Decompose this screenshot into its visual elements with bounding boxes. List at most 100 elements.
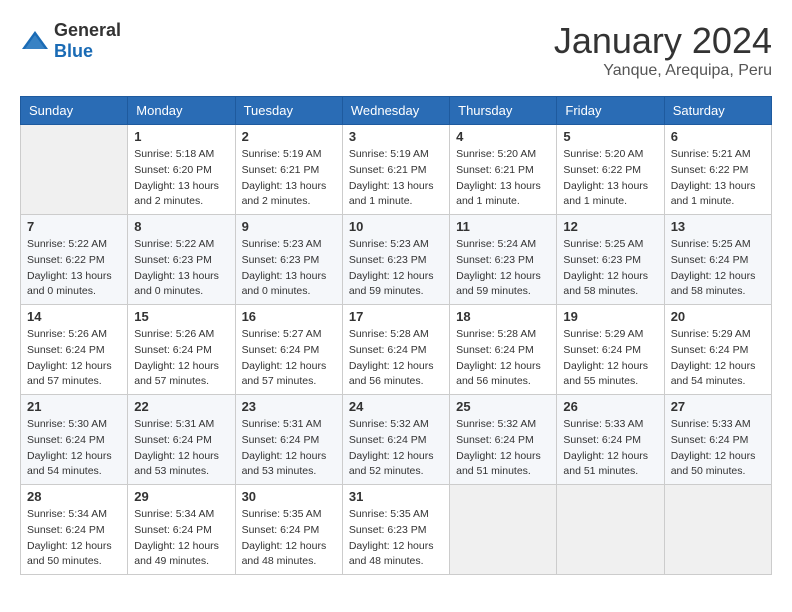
day-number: 5 bbox=[563, 129, 657, 144]
day-info: Sunrise: 5:35 AMSunset: 6:23 PMDaylight:… bbox=[349, 507, 443, 570]
day-info: Sunrise: 5:35 AMSunset: 6:24 PMDaylight:… bbox=[242, 507, 336, 570]
weekday-header-saturday: Saturday bbox=[664, 97, 771, 125]
day-info: Sunrise: 5:21 AMSunset: 6:22 PMDaylight:… bbox=[671, 147, 765, 210]
day-number: 23 bbox=[242, 399, 336, 414]
calendar-cell: 30 Sunrise: 5:35 AMSunset: 6:24 PMDayligh… bbox=[235, 485, 342, 575]
day-info: Sunrise: 5:34 AMSunset: 6:24 PMDaylight:… bbox=[134, 507, 228, 570]
calendar-cell: 6Sunrise: 5:21 AMSunset: 6:22 PMDaylight… bbox=[664, 125, 771, 215]
logo-text-blue: Blue bbox=[54, 41, 93, 61]
calendar-cell: 21Sunrise: 5:30 AMSunset: 6:24 PMDayligh… bbox=[21, 395, 128, 485]
calendar-cell: 11 Sunrise: 5:24 AMSunset: 6:23 PMDayligh… bbox=[450, 215, 557, 305]
calendar-cell bbox=[664, 485, 771, 575]
logo-icon bbox=[20, 29, 50, 53]
day-info: Sunrise: 5:20 AMSunset: 6:22 PMDaylight:… bbox=[563, 147, 657, 210]
calendar-cell: 18Sunrise: 5:28 AMSunset: 6:24 PMDayligh… bbox=[450, 305, 557, 395]
day-number: 20 bbox=[671, 309, 765, 324]
location: Yanque, Arequipa, Peru bbox=[554, 62, 772, 80]
calendar-cell: 13 Sunrise: 5:25 AMSunset: 6:24 PMDayligh… bbox=[664, 215, 771, 305]
weekday-header-wednesday: Wednesday bbox=[342, 97, 449, 125]
day-number: 25 bbox=[456, 399, 550, 414]
calendar-cell: 8Sunrise: 5:22 AMSunset: 6:23 PMDaylight… bbox=[128, 215, 235, 305]
day-info: Sunrise: 5:19 AMSunset: 6:21 PMDaylight:… bbox=[242, 147, 336, 210]
calendar-week-1: 1 Sunrise: 5:18 AMSunset: 6:20 PMDaylight… bbox=[21, 125, 772, 215]
calendar-week-5: 28 Sunrise: 5:34 AMSunset: 6:24 PMDayligh… bbox=[21, 485, 772, 575]
day-info: Sunrise: 5:32 AMSunset: 6:24 PMDaylight:… bbox=[456, 417, 550, 480]
calendar-cell: 12Sunrise: 5:25 AMSunset: 6:23 PMDayligh… bbox=[557, 215, 664, 305]
day-info: Sunrise: 5:19 AMSunset: 6:21 PMDaylight:… bbox=[349, 147, 443, 210]
day-number: 1 bbox=[134, 129, 228, 144]
day-number: 18 bbox=[456, 309, 550, 324]
day-info: Sunrise: 5:27 AMSunset: 6:24 PMDaylight:… bbox=[242, 327, 336, 390]
day-info: Sunrise: 5:25 AMSunset: 6:24 PMDaylight:… bbox=[671, 237, 765, 300]
calendar-cell: 24 Sunrise: 5:32 AMSunset: 6:24 PMDayligh… bbox=[342, 395, 449, 485]
day-info: Sunrise: 5:26 AMSunset: 6:24 PMDaylight:… bbox=[134, 327, 228, 390]
day-number: 24 bbox=[349, 399, 443, 414]
day-number: 11 bbox=[456, 219, 550, 234]
month-title: January 2024 bbox=[554, 20, 772, 62]
calendar-cell: 22Sunrise: 5:31 AMSunset: 6:24 PMDayligh… bbox=[128, 395, 235, 485]
day-number: 10 bbox=[349, 219, 443, 234]
calendar-cell: 4 Sunrise: 5:20 AMSunset: 6:21 PMDaylight… bbox=[450, 125, 557, 215]
day-info: Sunrise: 5:26 AMSunset: 6:24 PMDaylight:… bbox=[27, 327, 121, 390]
day-info: Sunrise: 5:28 AMSunset: 6:24 PMDaylight:… bbox=[349, 327, 443, 390]
calendar-cell: 25 Sunrise: 5:32 AMSunset: 6:24 PMDayligh… bbox=[450, 395, 557, 485]
day-info: Sunrise: 5:31 AMSunset: 6:24 PMDaylight:… bbox=[242, 417, 336, 480]
day-info: Sunrise: 5:32 AMSunset: 6:24 PMDaylight:… bbox=[349, 417, 443, 480]
calendar-cell bbox=[557, 485, 664, 575]
calendar-cell: 7 Sunrise: 5:22 AMSunset: 6:22 PMDaylight… bbox=[21, 215, 128, 305]
day-info: Sunrise: 5:33 AMSunset: 6:24 PMDaylight:… bbox=[563, 417, 657, 480]
calendar-cell: 15 Sunrise: 5:26 AMSunset: 6:24 PMDayligh… bbox=[128, 305, 235, 395]
day-info: Sunrise: 5:18 AMSunset: 6:20 PMDaylight:… bbox=[134, 147, 228, 210]
calendar-cell: 23 Sunrise: 5:31 AMSunset: 6:24 PMDayligh… bbox=[235, 395, 342, 485]
day-info: Sunrise: 5:25 AMSunset: 6:23 PMDaylight:… bbox=[563, 237, 657, 300]
weekday-header-tuesday: Tuesday bbox=[235, 97, 342, 125]
calendar-cell: 28 Sunrise: 5:34 AMSunset: 6:24 PMDayligh… bbox=[21, 485, 128, 575]
page-header: General Blue January 2024 Yanque, Arequi… bbox=[20, 20, 772, 80]
calendar-cell: 29 Sunrise: 5:34 AMSunset: 6:24 PMDayligh… bbox=[128, 485, 235, 575]
calendar-cell: 2Sunrise: 5:19 AMSunset: 6:21 PMDaylight… bbox=[235, 125, 342, 215]
day-number: 14 bbox=[27, 309, 121, 324]
calendar-cell: 27Sunrise: 5:33 AMSunset: 6:24 PMDayligh… bbox=[664, 395, 771, 485]
calendar-cell bbox=[21, 125, 128, 215]
day-number: 16 bbox=[242, 309, 336, 324]
weekday-header-monday: Monday bbox=[128, 97, 235, 125]
title-section: January 2024 Yanque, Arequipa, Peru bbox=[554, 20, 772, 80]
weekday-header-friday: Friday bbox=[557, 97, 664, 125]
day-info: Sunrise: 5:29 AMSunset: 6:24 PMDaylight:… bbox=[671, 327, 765, 390]
day-number: 7 bbox=[27, 219, 121, 234]
calendar-cell: 16 Sunrise: 5:27 AMSunset: 6:24 PMDayligh… bbox=[235, 305, 342, 395]
calendar-cell: 3 Sunrise: 5:19 AMSunset: 6:21 PMDaylight… bbox=[342, 125, 449, 215]
day-number: 29 bbox=[134, 489, 228, 504]
calendar-cell bbox=[450, 485, 557, 575]
calendar-cell: 14 Sunrise: 5:26 AMSunset: 6:24 PMDayligh… bbox=[21, 305, 128, 395]
day-number: 22 bbox=[134, 399, 228, 414]
day-number: 3 bbox=[349, 129, 443, 144]
day-info: Sunrise: 5:30 AMSunset: 6:24 PMDaylight:… bbox=[27, 417, 121, 480]
calendar-week-2: 7 Sunrise: 5:22 AMSunset: 6:22 PMDaylight… bbox=[21, 215, 772, 305]
day-info: Sunrise: 5:23 AMSunset: 6:23 PMDaylight:… bbox=[349, 237, 443, 300]
day-info: Sunrise: 5:22 AMSunset: 6:23 PMDaylight:… bbox=[134, 237, 228, 300]
calendar-cell: 26Sunrise: 5:33 AMSunset: 6:24 PMDayligh… bbox=[557, 395, 664, 485]
day-number: 28 bbox=[27, 489, 121, 504]
day-info: Sunrise: 5:22 AMSunset: 6:22 PMDaylight:… bbox=[27, 237, 121, 300]
day-number: 30 bbox=[242, 489, 336, 504]
weekday-header-sunday: Sunday bbox=[21, 97, 128, 125]
day-number: 4 bbox=[456, 129, 550, 144]
calendar-week-3: 14 Sunrise: 5:26 AMSunset: 6:24 PMDayligh… bbox=[21, 305, 772, 395]
logo-text-general: General bbox=[54, 20, 121, 40]
day-number: 15 bbox=[134, 309, 228, 324]
calendar-week-4: 21Sunrise: 5:30 AMSunset: 6:24 PMDayligh… bbox=[21, 395, 772, 485]
day-info: Sunrise: 5:34 AMSunset: 6:24 PMDaylight:… bbox=[27, 507, 121, 570]
day-number: 17 bbox=[349, 309, 443, 324]
calendar-cell: 10 Sunrise: 5:23 AMSunset: 6:23 PMDayligh… bbox=[342, 215, 449, 305]
day-number: 9 bbox=[242, 219, 336, 234]
calendar-cell: 31Sunrise: 5:35 AMSunset: 6:23 PMDayligh… bbox=[342, 485, 449, 575]
calendar-table: SundayMondayTuesdayWednesdayThursdayFrid… bbox=[20, 96, 772, 575]
calendar-cell: 17 Sunrise: 5:28 AMSunset: 6:24 PMDayligh… bbox=[342, 305, 449, 395]
day-info: Sunrise: 5:24 AMSunset: 6:23 PMDaylight:… bbox=[456, 237, 550, 300]
day-number: 13 bbox=[671, 219, 765, 234]
weekday-header-row: SundayMondayTuesdayWednesdayThursdayFrid… bbox=[21, 97, 772, 125]
logo: General Blue bbox=[20, 20, 121, 62]
day-info: Sunrise: 5:20 AMSunset: 6:21 PMDaylight:… bbox=[456, 147, 550, 210]
day-info: Sunrise: 5:33 AMSunset: 6:24 PMDaylight:… bbox=[671, 417, 765, 480]
